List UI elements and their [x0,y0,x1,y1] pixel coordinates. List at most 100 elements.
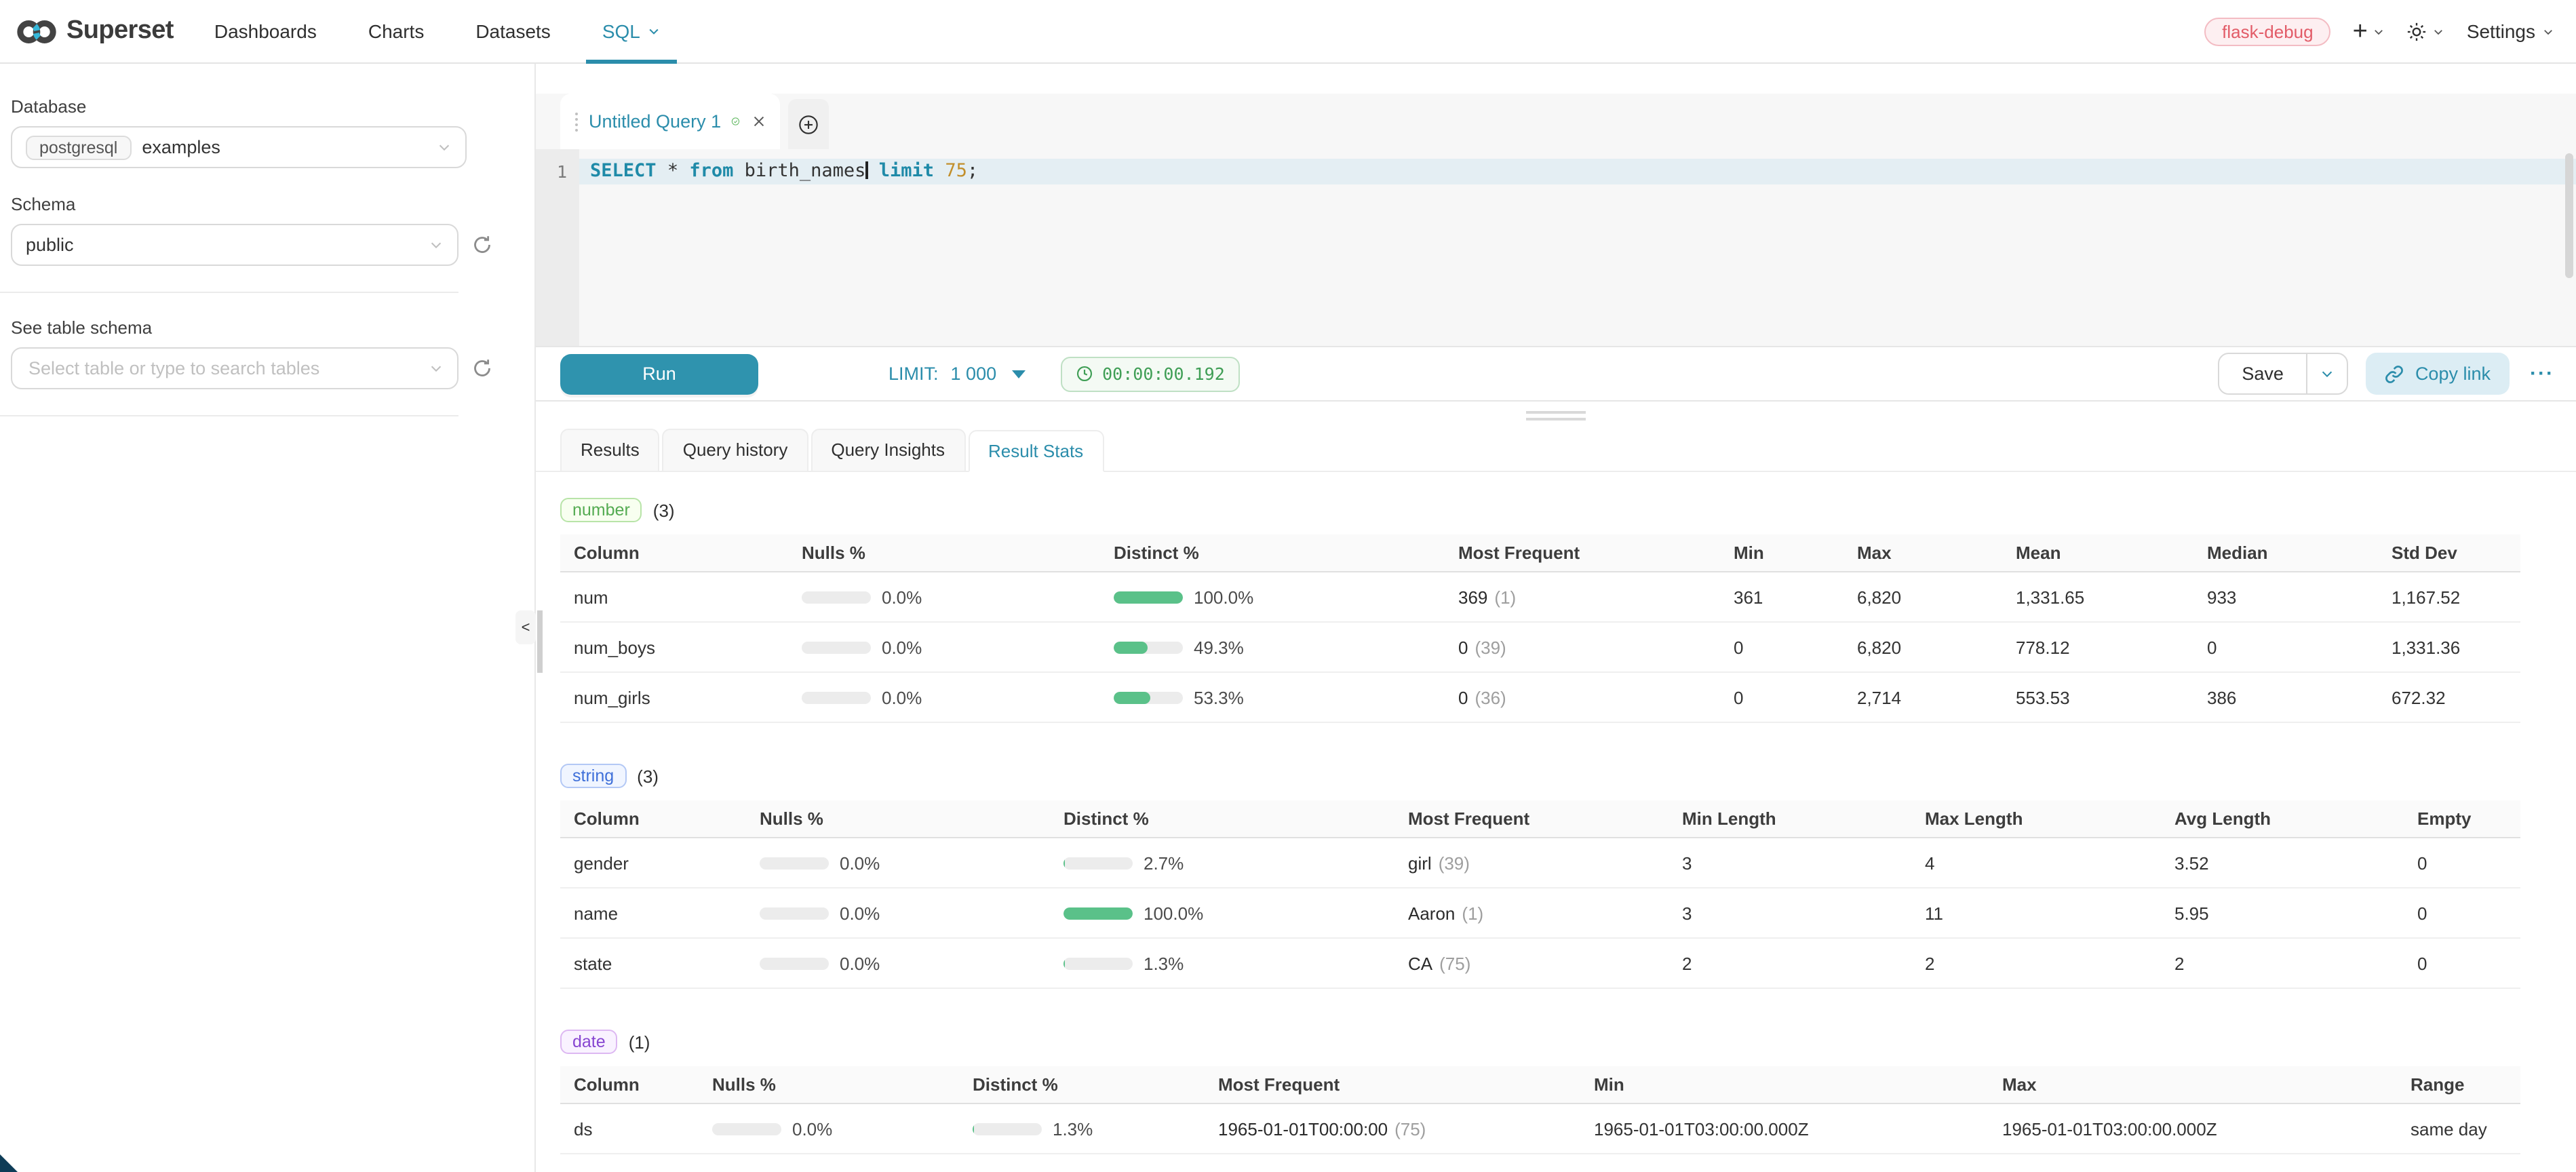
progress-bar [760,957,829,969]
copy-link-button[interactable]: Copy link [2366,353,2510,395]
save-split-button: Save [2217,353,2349,395]
most-frequent-cell: CA(75) [1408,953,1682,973]
percent-bar-cell: 0.0% [802,687,1114,707]
plus-circle-icon [798,113,819,135]
stat-cell: 553.53 [2016,687,2207,707]
refresh-schemas-button[interactable] [472,235,492,255]
stat-cell: 1,331.65 [2016,587,2207,607]
collapse-sidebar-button[interactable]: < [515,610,536,644]
percent-bar-cell: 1.3% [1063,953,1408,973]
row-column-name: num_boys [560,637,802,657]
percent-bar-cell: 0.0% [760,903,1063,923]
column-header: Distinct % [973,1074,1218,1095]
drag-handle-icon[interactable] [574,112,579,131]
stat-cell: 2 [2174,953,2417,973]
superset-logo[interactable]: Superset [16,16,174,46]
sidebar-scrollbar-thumb[interactable] [537,610,543,673]
tab-results[interactable]: Results [560,429,660,471]
tab-query-history[interactable]: Query history [663,429,808,471]
progress-bar [973,1122,1042,1135]
table-schema-label: See table schema [11,317,515,338]
stat-cell: 361 [1734,587,1857,607]
more-actions-button[interactable]: ··· [2527,362,2557,385]
code-token: from [689,160,733,182]
tab-query-insights[interactable]: Query Insights [811,429,965,471]
nav-sql[interactable]: SQL [594,0,669,63]
table-row: name0.0%100.0%Aaron(1)3115.950 [560,888,2520,939]
results-tabs: Results Query history Query Insights Res… [536,429,2576,472]
database-select[interactable]: postgresql examples [11,126,467,168]
column-header: Mean [2016,543,2207,563]
nav-dashboards[interactable]: Dashboards [206,0,325,63]
stat-cell: 0 [2417,903,2520,923]
chevron-down-icon [2373,25,2385,37]
most-frequent-cell: 0(36) [1458,687,1734,707]
query-tab[interactable]: Untitled Query 1 [560,94,780,149]
chevron-down-icon [429,237,444,252]
most-frequent-cell: Aaron(1) [1408,903,1682,923]
stat-cell: 2,714 [1857,687,2016,707]
mouse-cursor-artifact [0,1154,18,1172]
stat-cell: 0 [2417,953,2520,973]
limit-dropdown[interactable]: LIMIT: 1 000 [889,364,1025,384]
column-header: Median [2207,543,2392,563]
table-select-row [11,347,515,389]
save-options-caret[interactable] [2308,354,2347,393]
settings-menu[interactable]: Settings [2467,20,2554,42]
table-header-row: ColumnNulls %Distinct %Most FrequentMinM… [560,534,2520,572]
environment-badge: flask-debug [2204,17,2330,45]
tab-result-stats[interactable]: Result Stats [968,430,1104,472]
column-header: Most Frequent [1218,1074,1594,1095]
pane-resize-grip[interactable] [536,402,2576,421]
nav-charts[interactable]: Charts [360,0,432,63]
stats-table: ColumnNulls %Distinct %Most FrequentMin … [560,800,2520,989]
sql-editor-panel: Untitled Query 1 1 [536,64,2576,1172]
progress-bar [1114,591,1183,603]
refresh-tables-button[interactable] [472,358,492,378]
sql-code-editor[interactable]: 1 SELECT * from birth_names limit 75; [536,149,2576,346]
percent-bar-cell: 0.0% [712,1118,973,1139]
superset-infinity-icon [16,17,57,45]
main-nav: Dashboards Charts Datasets SQL [206,0,669,63]
stat-cell: 1965-01-01T03:00:00.000Z [2002,1118,2411,1139]
database-engine-tag: postgresql [26,135,131,159]
editor-scrollbar-thumb[interactable] [2565,153,2573,278]
row-column-name: num_girls [560,687,802,707]
stat-cell: 672.32 [2392,687,2520,707]
new-item-button[interactable]: + [2353,18,2385,44]
type-count: (3) [653,500,675,520]
run-button[interactable]: Run [560,353,758,394]
column-header: Max [2002,1074,2411,1095]
workspace: Database postgresql examples Schema publ… [0,64,2576,1172]
percent-bar-cell: 100.0% [1063,903,1408,923]
progress-bar [1114,641,1183,653]
stat-cell: 1,167.52 [2392,587,2520,607]
theme-toggle[interactable] [2407,21,2445,41]
chevron-down-icon [2542,25,2554,37]
stat-cell: 2 [1682,953,1925,973]
sql-lab-app: Superset Dashboards Charts Datasets SQL … [0,0,2576,1172]
column-header: Column [560,808,760,829]
table-search-input[interactable] [26,357,429,380]
sidebar-divider [0,292,458,293]
save-button[interactable]: Save [2219,354,2308,393]
elapsed-time: 00:00:00.192 [1102,364,1225,384]
column-header: Avg Length [2174,808,2417,829]
schema-select[interactable]: public [11,224,458,266]
result-stats-content: number (3) ColumnNulls %Distinct %Most F… [536,472,2576,1154]
table-row: num0.0%100.0%369(1)3616,8201,331.659331,… [560,572,2520,623]
close-tab-icon[interactable] [752,114,766,129]
limit-value: 1 000 [951,364,997,384]
new-query-tab-button[interactable] [788,99,829,149]
stat-cell: 1965-01-01T03:00:00.000Z [1594,1118,2002,1139]
stat-cell: 6,820 [1857,587,2016,607]
stats-table: ColumnNulls %Distinct %Most FrequentMinM… [560,534,2520,723]
schema-value: public [26,235,74,255]
nav-datasets[interactable]: Datasets [467,0,559,63]
table-select[interactable] [11,347,458,389]
percent-label: 1.3% [1053,1118,1093,1139]
code-token: birth_names [733,160,865,182]
chevron-down-icon [2433,25,2445,37]
stat-cell: 0 [1734,637,1857,657]
type-tag: number [560,498,642,522]
